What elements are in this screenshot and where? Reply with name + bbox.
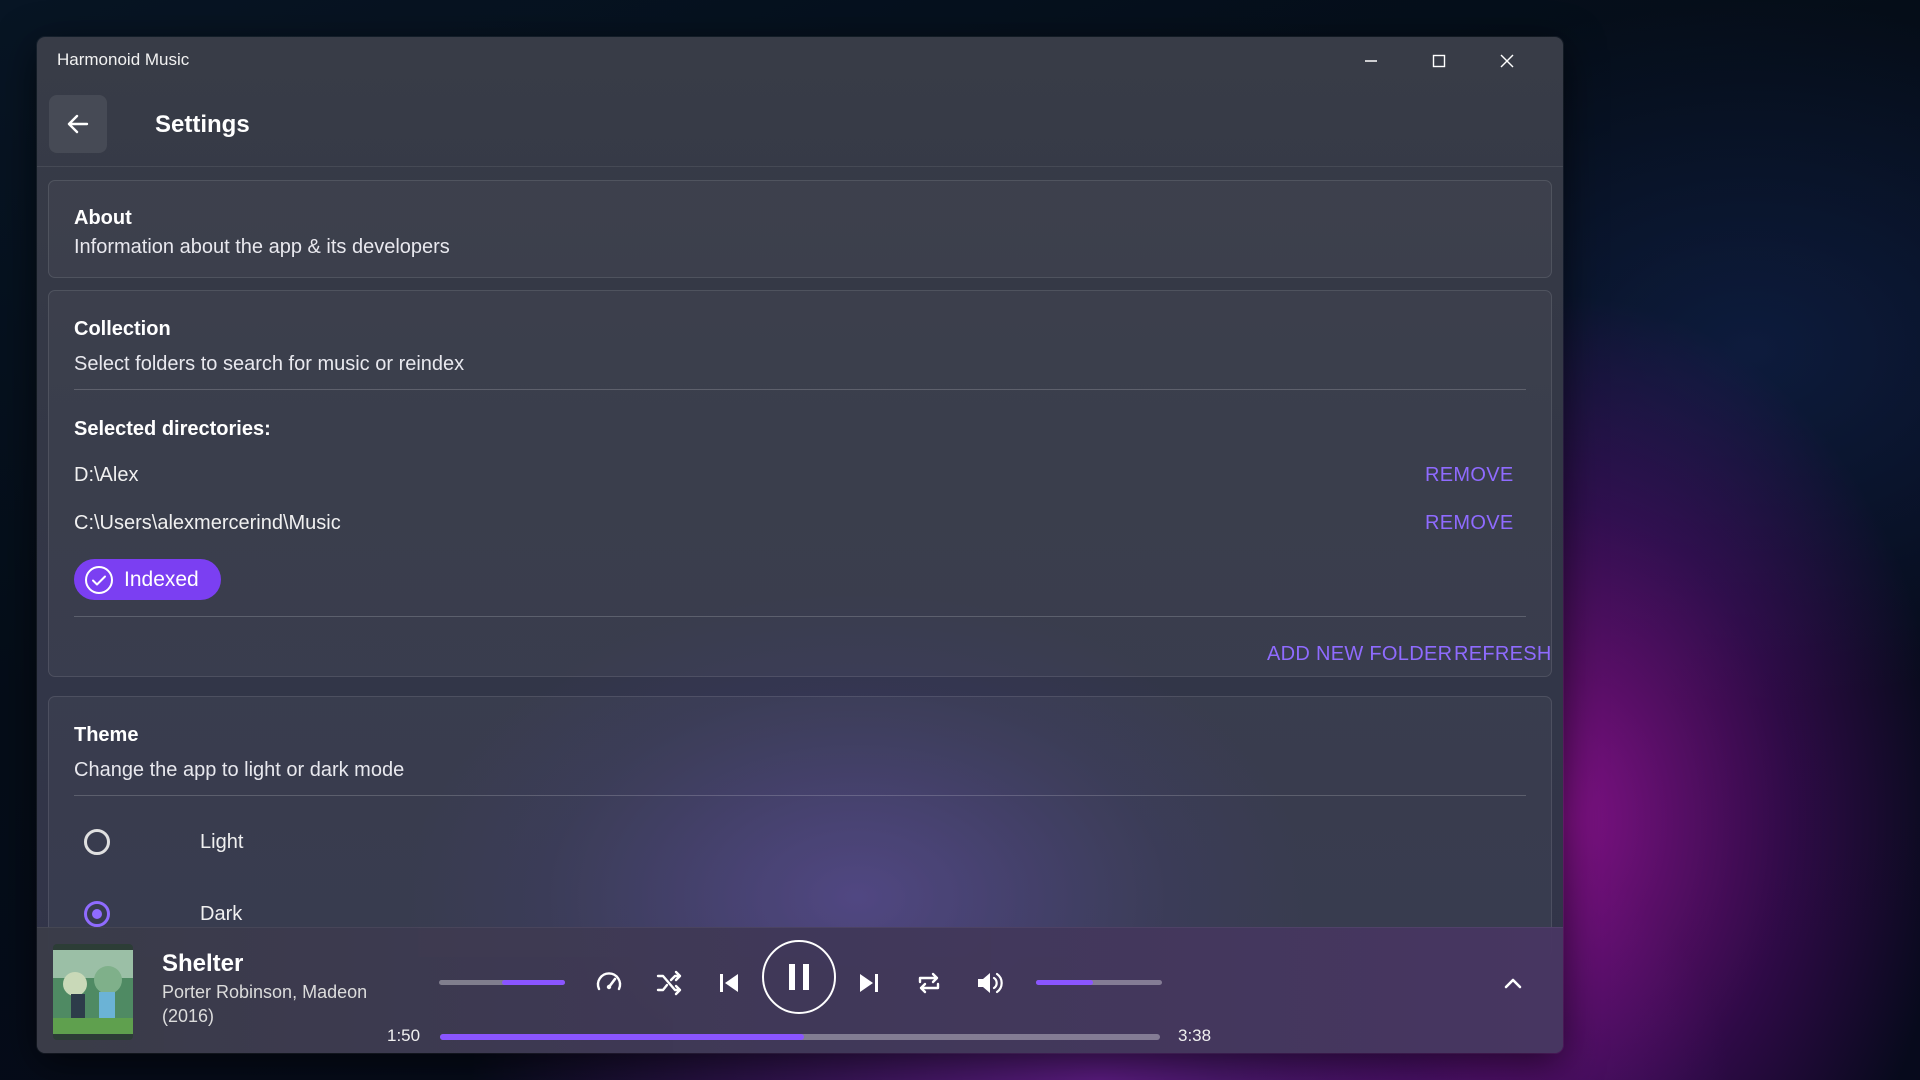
selected-directories-label: Selected directories: xyxy=(74,418,271,440)
remove-directory-button[interactable]: REMOVE xyxy=(1425,464,1513,487)
radio-selected-icon[interactable] xyxy=(84,901,110,927)
shuffle-button[interactable] xyxy=(652,966,686,1000)
radio-unselected-icon[interactable] xyxy=(84,829,110,855)
indexed-status-chip: Indexed xyxy=(74,559,221,600)
about-title: About xyxy=(74,207,132,229)
add-new-folder-button[interactable]: ADD NEW FOLDER xyxy=(1267,643,1452,666)
pause-icon xyxy=(789,964,809,990)
seek-bar-fill xyxy=(440,1034,804,1040)
page-title: Settings xyxy=(155,111,250,138)
next-button[interactable] xyxy=(852,966,886,1000)
album-art[interactable] xyxy=(53,944,133,1040)
volume-button[interactable] xyxy=(972,966,1006,1000)
volume-icon xyxy=(978,972,1003,994)
total-time: 3:38 xyxy=(1178,1026,1212,1045)
shuffle-icon xyxy=(656,970,682,996)
chevron-up-icon xyxy=(1504,978,1522,989)
speed-slider[interactable] xyxy=(439,980,565,985)
speed-button[interactable] xyxy=(592,966,626,1000)
volume-slider-fill xyxy=(1036,980,1093,985)
directory-path: D:\Alex xyxy=(74,464,139,486)
speedometer-icon xyxy=(596,972,622,991)
back-button[interactable] xyxy=(49,95,107,153)
divider xyxy=(74,795,1526,796)
seek-bar[interactable] xyxy=(440,1034,1160,1040)
repeat-button[interactable] xyxy=(912,966,946,1000)
theme-option-label: Light xyxy=(200,830,244,853)
now-playing-bar: Shelter Porter Robinson, Madeon (2016) 1… xyxy=(37,927,1563,1053)
app-window: Harmonoid Music Settings About Informati… xyxy=(37,37,1563,1053)
theme-option-label: Dark xyxy=(200,902,243,925)
theme-subtitle: Change the app to light or dark mode xyxy=(74,759,405,781)
theme-title: Theme xyxy=(74,724,139,746)
indexed-status-label: Indexed xyxy=(124,567,199,591)
collection-subtitle: Select folders to search for music or re… xyxy=(74,353,465,375)
song-title[interactable]: Shelter xyxy=(162,950,243,978)
collection-title: Collection xyxy=(74,318,171,340)
current-time: 1:50 xyxy=(387,1026,421,1045)
about-subtitle: Information about the app & its develope… xyxy=(74,236,450,258)
directory-path: C:\Users\alexmercerind\Music xyxy=(74,512,341,534)
check-circle-icon xyxy=(85,565,113,594)
expand-player-button[interactable] xyxy=(1496,966,1530,1000)
skip-next-icon xyxy=(860,974,878,992)
skip-previous-icon xyxy=(720,974,738,992)
repeat-icon xyxy=(918,972,940,994)
settings-header: Settings xyxy=(37,37,1563,167)
divider xyxy=(74,389,1526,390)
remove-directory-button[interactable]: REMOVE xyxy=(1425,512,1513,535)
speed-slider-fill xyxy=(502,980,565,985)
song-artist[interactable]: Porter Robinson, Madeon xyxy=(162,982,367,1003)
previous-button[interactable] xyxy=(712,966,746,1000)
refresh-button[interactable]: REFRESH xyxy=(1454,643,1552,666)
divider xyxy=(74,616,1526,617)
volume-slider[interactable] xyxy=(1036,980,1162,985)
song-year: (2016) xyxy=(162,1006,215,1026)
arrow-left-icon xyxy=(67,114,89,134)
theme-option-light[interactable]: Light xyxy=(74,822,243,862)
about-card[interactable]: About Information about the app & its de… xyxy=(48,180,1552,278)
collection-card: Collection Select folders to search for … xyxy=(48,290,1552,677)
theme-card: Theme Change the app to light or dark mo… xyxy=(48,696,1552,957)
play-pause-button[interactable] xyxy=(762,940,836,1014)
